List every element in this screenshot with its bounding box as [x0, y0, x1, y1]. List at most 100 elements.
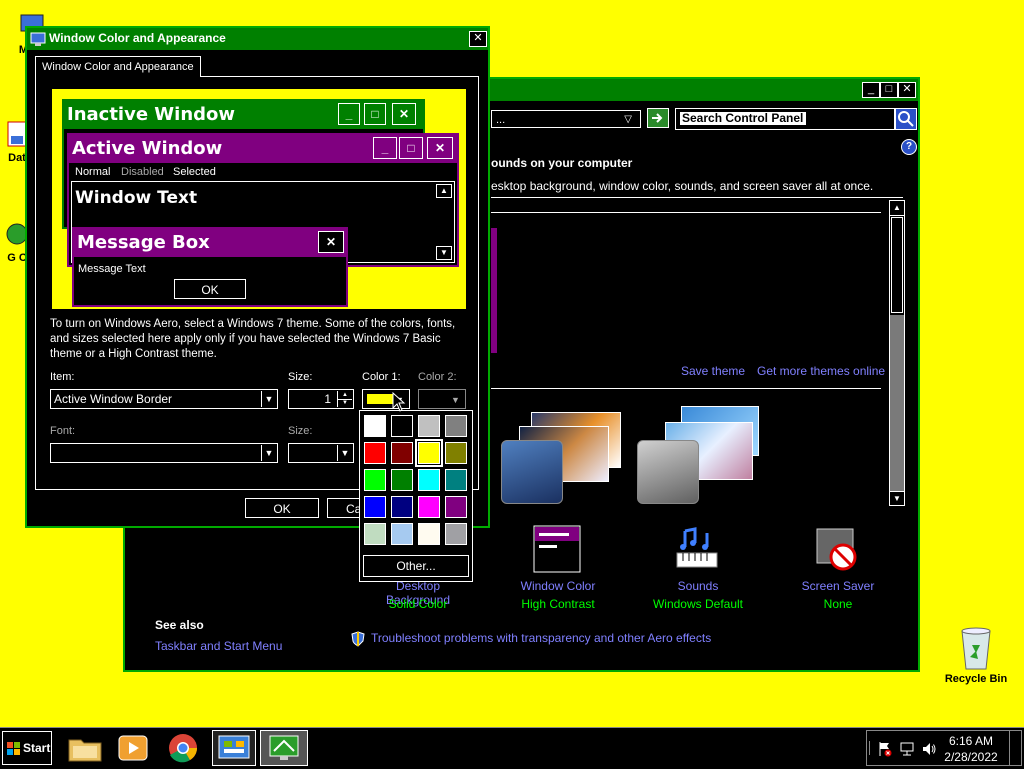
- chevron-down-icon[interactable]: ▼: [261, 445, 276, 461]
- color-swatch[interactable]: [445, 469, 467, 491]
- troubleshoot-link[interactable]: Troubleshoot problems with transparency …: [371, 631, 711, 645]
- taskbar-explorer[interactable]: [64, 730, 106, 766]
- color2-button[interactable]: ▼: [418, 389, 466, 409]
- search-box[interactable]: [675, 108, 895, 130]
- preview-close-icon: ✕: [318, 231, 344, 253]
- screen-saver-item[interactable]: Screen Saver None: [783, 525, 893, 615]
- dialog-title: Window Color and Appearance: [49, 31, 226, 45]
- color-swatch[interactable]: [415, 439, 443, 467]
- scroll-thumb[interactable]: [891, 217, 903, 313]
- window-color-value: High Contrast: [521, 597, 595, 611]
- tray-overflow-chevron-icon[interactable]: [869, 741, 874, 755]
- taskbar-media-player[interactable]: [112, 730, 154, 766]
- color-picker-popup: Other...: [359, 410, 473, 582]
- search-icon: [898, 111, 914, 127]
- close-button[interactable]: ✕: [898, 82, 916, 98]
- preview-area: Inactive Window _ □ ✕ Active Window _ □ …: [52, 89, 466, 309]
- chevron-down-icon[interactable]: ▼: [337, 445, 352, 461]
- clock-date[interactable]: 2/28/2022: [943, 750, 999, 764]
- preview-scroll-down: ▼: [436, 246, 452, 260]
- sounds-item[interactable]: Sounds Windows Default: [643, 525, 753, 615]
- theme-thumbnail-landscapes[interactable]: [501, 406, 621, 504]
- color-swatch[interactable]: [364, 523, 386, 545]
- color-swatch[interactable]: [364, 415, 386, 437]
- get-more-themes-link[interactable]: Get more themes online: [757, 364, 885, 378]
- preview-close-icon: ✕: [392, 103, 416, 125]
- stepper-down-icon[interactable]: ▼: [337, 399, 352, 407]
- color-swatch[interactable]: [445, 496, 467, 518]
- color-swatch[interactable]: [418, 496, 440, 518]
- dialog-close-button[interactable]: ✕: [469, 31, 487, 47]
- start-button[interactable]: Start: [2, 731, 52, 765]
- search-button[interactable]: [895, 108, 917, 130]
- taskbar-chrome[interactable]: [162, 730, 204, 766]
- item-dropdown[interactable]: Active Window Border ▼: [50, 389, 278, 409]
- font-size-dropdown[interactable]: ▼: [288, 443, 354, 463]
- network-icon[interactable]: [899, 741, 915, 757]
- page-subheading: esktop background, window color, sounds,…: [491, 179, 874, 193]
- scroll-up-button[interactable]: ▲: [890, 201, 904, 216]
- color-swatch[interactable]: [418, 415, 440, 437]
- color-swatch[interactable]: [391, 469, 413, 491]
- color-swatch[interactable]: [364, 442, 386, 464]
- show-desktop-button[interactable]: [1009, 731, 1022, 765]
- dialog-tab[interactable]: Window Color and Appearance: [35, 56, 201, 77]
- desktop-background-value: Solid Color: [388, 597, 448, 611]
- search-input[interactable]: [680, 112, 806, 125]
- color-swatch[interactable]: [391, 496, 413, 518]
- recycle-bin-icon: [961, 627, 991, 670]
- chevron-down-icon[interactable]: ▽: [624, 111, 632, 129]
- save-theme-link[interactable]: Save theme: [681, 364, 745, 378]
- scroll-down-button[interactable]: ▼: [890, 491, 904, 506]
- window-color-item[interactable]: Window Color High Contrast: [503, 525, 613, 615]
- thumb-card: [637, 440, 699, 504]
- color1-swatch: [367, 394, 393, 404]
- address-bar[interactable]: ... ▽: [491, 110, 641, 128]
- action-center-flag-icon[interactable]: [877, 741, 893, 757]
- color2-label: Color 2:: [418, 371, 457, 383]
- help-button[interactable]: ?: [901, 139, 917, 155]
- color-swatch[interactable]: [445, 523, 467, 545]
- chevron-down-icon[interactable]: ▼: [261, 391, 276, 407]
- color-swatch[interactable]: [445, 442, 467, 464]
- size-stepper[interactable]: 1 ▲ ▼: [288, 389, 354, 409]
- mouse-cursor-icon: [392, 392, 406, 412]
- color-swatch[interactable]: [391, 415, 413, 437]
- color-swatch[interactable]: [364, 469, 386, 491]
- start-label: Start: [23, 741, 51, 755]
- color-swatch[interactable]: [445, 415, 467, 437]
- color-swatch[interactable]: [418, 469, 440, 491]
- window-color-icon: [533, 525, 581, 573]
- clock-time[interactable]: 6:16 AM: [943, 734, 999, 748]
- other-color-button[interactable]: Other...: [363, 555, 469, 577]
- color-swatch[interactable]: [391, 442, 413, 464]
- preview-menu-selected: Selected: [173, 166, 216, 178]
- minimize-button[interactable]: _: [862, 82, 880, 98]
- color-swatch[interactable]: [391, 523, 413, 545]
- taskbar-control-panel[interactable]: [212, 730, 256, 766]
- font-dropdown[interactable]: ▼: [50, 443, 278, 463]
- refresh-button[interactable]: [647, 108, 669, 128]
- chevron-down-icon[interactable]: ▼: [451, 391, 460, 409]
- volume-icon[interactable]: [921, 741, 937, 757]
- theme-list-scrollbar[interactable]: ▲ ▼: [889, 200, 905, 506]
- preview-menu-normal: Normal: [75, 166, 111, 178]
- maximize-button[interactable]: □: [880, 82, 898, 98]
- color1-label: Color 1:: [362, 371, 401, 383]
- taskbar-display-settings[interactable]: [260, 730, 308, 766]
- message-box-ok-preview: OK: [174, 279, 246, 299]
- windows-logo-icon: [7, 742, 20, 755]
- dialog-app-icon: [30, 32, 46, 46]
- theme-list[interactable]: Save theme Get more themes online ▲ ▼: [491, 197, 905, 506]
- info-text: To turn on Windows Aero, select a Window…: [50, 318, 456, 360]
- color-swatch[interactable]: [418, 523, 440, 545]
- theme-thumbnail-nature[interactable]: [637, 406, 759, 504]
- scroll-track[interactable]: [890, 315, 904, 491]
- desktop-icon-recycle-bin[interactable]: Recycle Bin: [938, 625, 1014, 685]
- inactive-window-title: Inactive Window: [67, 104, 236, 125]
- color-swatch[interactable]: [364, 496, 386, 518]
- desktop-icon-label: Recycle Bin: [944, 673, 1008, 685]
- taskbar-start-menu-link[interactable]: Taskbar and Start Menu: [155, 639, 282, 653]
- ok-button[interactable]: OK: [245, 498, 319, 518]
- taskbar: Start 6:16 AM 2/28/2022: [0, 727, 1024, 769]
